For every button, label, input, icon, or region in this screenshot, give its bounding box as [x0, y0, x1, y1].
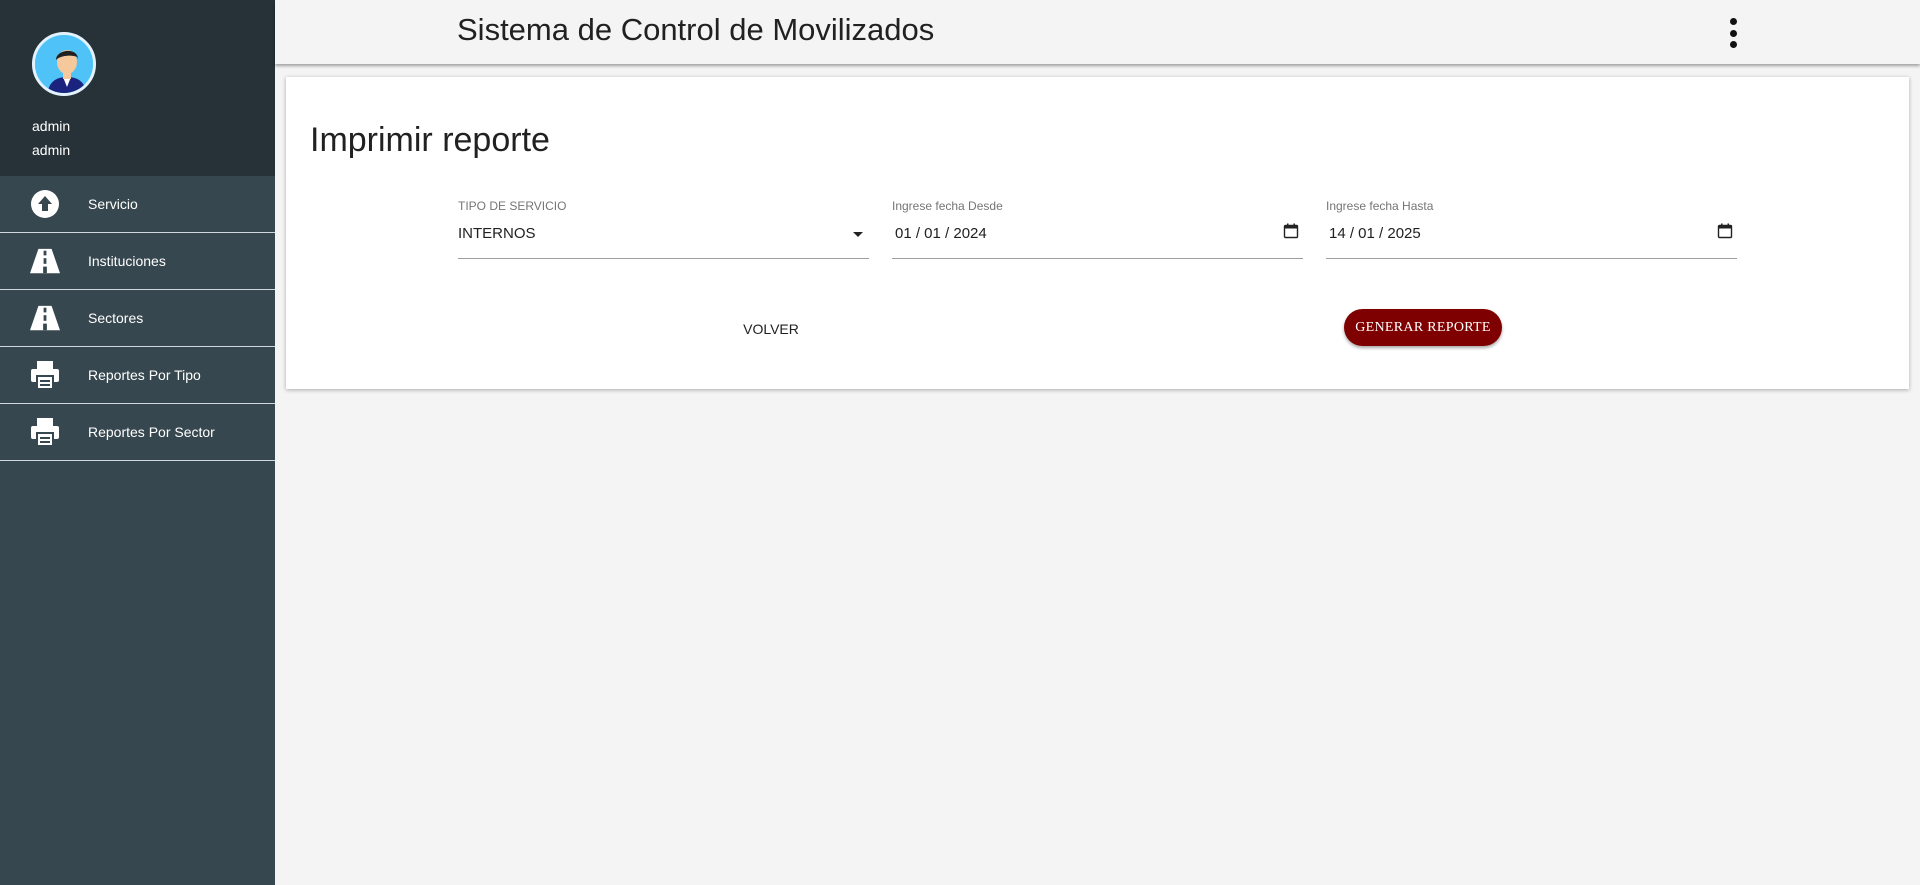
printer-icon	[30, 417, 60, 447]
report-card: Imprimir reporte TIPO DE SERVICIO INTERN…	[286, 77, 1909, 389]
calendar-icon[interactable]	[1283, 223, 1299, 239]
sidebar: admin admin Servicio Instituciones Secto…	[0, 0, 275, 885]
sidebar-item-label: Reportes Por Tipo	[88, 367, 201, 383]
calendar-icon[interactable]	[1717, 223, 1733, 239]
tipo-servicio-value: INTERNOS	[458, 225, 536, 242]
page-title: Imprimir reporte	[310, 121, 550, 159]
dropdown-arrow-icon	[853, 232, 863, 237]
more-vert-icon[interactable]	[1721, 18, 1745, 48]
volver-button[interactable]: VOLVER	[711, 311, 831, 347]
sidebar-item-label: Servicio	[88, 196, 138, 212]
road-icon	[30, 246, 60, 276]
fecha-desde-label: Ingrese fecha Desde	[892, 199, 1003, 213]
sidebar-item-reportes-por-sector[interactable]: Reportes Por Sector	[0, 404, 275, 461]
sidebar-item-label: Reportes Por Sector	[88, 424, 215, 440]
app-title: Sistema de Control de Movilizados	[457, 12, 935, 47]
fecha-desde-value: 01 / 01 / 2024	[895, 225, 987, 242]
fecha-hasta-label: Ingrese fecha Hasta	[1326, 199, 1434, 213]
tipo-servicio-select[interactable]: TIPO DE SERVICIO INTERNOS	[458, 199, 869, 259]
upload-circle-icon	[30, 189, 60, 219]
sidebar-item-label: Instituciones	[88, 253, 166, 269]
fecha-desde-field[interactable]: Ingrese fecha Desde 01 / 01 / 2024	[892, 199, 1303, 259]
tipo-servicio-label: TIPO DE SERVICIO	[458, 199, 567, 213]
top-app-bar: Sistema de Control de Movilizados	[275, 0, 1920, 64]
user-panel: admin admin	[0, 0, 275, 176]
sidebar-item-label: Sectores	[88, 310, 144, 326]
sidebar-item-servicio[interactable]: Servicio	[0, 176, 275, 233]
sidebar-item-instituciones[interactable]: Instituciones	[0, 233, 275, 290]
user-name: admin	[32, 118, 71, 134]
fecha-hasta-field[interactable]: Ingrese fecha Hasta 14 / 01 / 2025	[1326, 199, 1737, 259]
fecha-hasta-value: 14 / 01 / 2025	[1329, 225, 1421, 242]
printer-icon	[30, 360, 60, 390]
avatar	[32, 32, 96, 96]
user-role: admin	[32, 142, 71, 158]
sidebar-item-reportes-por-tipo[interactable]: Reportes Por Tipo	[0, 347, 275, 404]
sidebar-item-sectores[interactable]: Sectores	[0, 290, 275, 347]
road-icon	[30, 303, 60, 333]
generar-reporte-button[interactable]: GENERAR REPORTE	[1344, 309, 1502, 346]
